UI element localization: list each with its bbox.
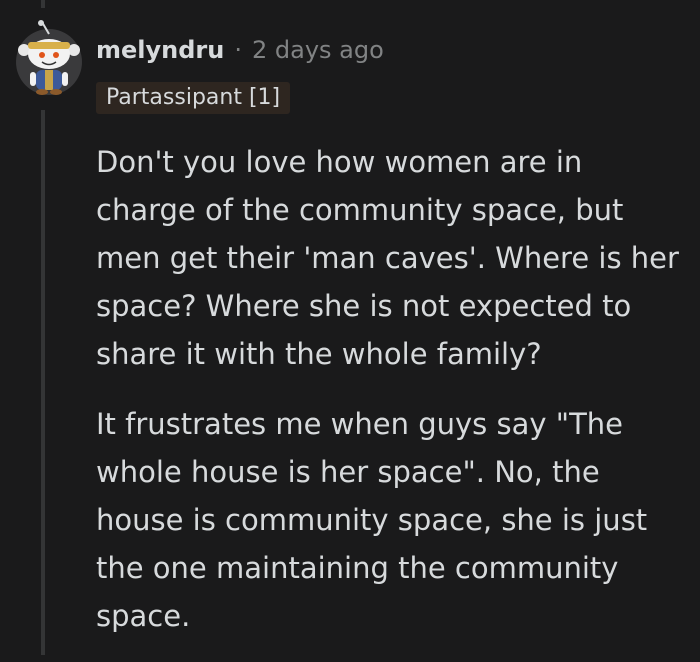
thread-line-top — [41, 0, 45, 8]
comment-timestamp[interactable]: 2 days ago — [252, 36, 384, 64]
snoo-avatar-icon — [16, 20, 82, 95]
username-link[interactable]: melyndru — [96, 36, 224, 64]
user-flair: Partassipant [1] — [96, 82, 291, 114]
meta-separator: · — [234, 36, 242, 64]
comment-body: Don't you love how women are in charge o… — [96, 138, 686, 662]
comment-paragraph: Don't you love how women are in charge o… — [96, 145, 679, 371]
avatar[interactable] — [14, 20, 84, 100]
comment-header: melyndru · 2 days ago — [96, 32, 384, 68]
thread-collapse-line[interactable] — [41, 110, 45, 655]
comment-paragraph: It frustrates me when guys say "The whol… — [96, 407, 648, 633]
